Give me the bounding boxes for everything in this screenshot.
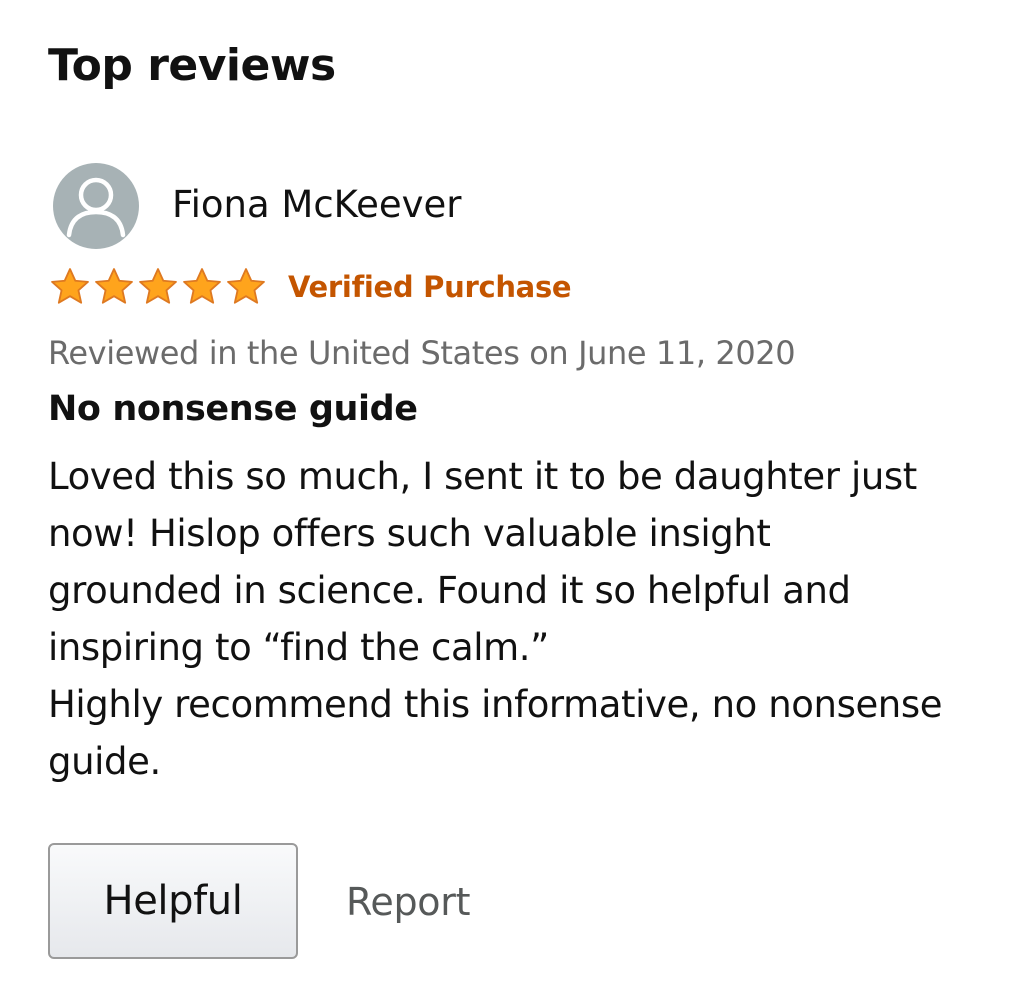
review-date: Reviewed in the United States on June 11… [48,334,796,372]
star-icon [139,268,177,304]
avatar[interactable] [53,163,139,249]
user-silhouette-icon [66,177,126,238]
star-icon [227,268,265,304]
review-body: Loved this so much, I sent it to be daug… [48,448,1014,790]
review-body-line: now! Hislop offers such valuable insight [48,512,771,555]
star-icon [95,268,133,304]
star-icon [51,268,89,304]
star-rating[interactable] [48,265,268,309]
review-body-line: grounded in science. Found it so helpful… [48,569,851,612]
section-title: Top reviews [48,40,336,91]
verified-purchase-badge[interactable]: Verified Purchase [288,264,572,310]
star-icon [183,268,221,304]
review-body-line: Highly recommend this informative, no no… [48,683,943,726]
review-body-line: Loved this so much, I sent it to be daug… [48,455,917,498]
reviewer-name[interactable]: Fiona McKeever [172,180,461,230]
review-body-line: inspiring to “find the calm.” [48,626,549,669]
review-body-line: guide. [48,740,161,783]
report-link[interactable]: Report [346,876,470,928]
rating-row: Verified Purchase [48,264,572,310]
review-title: No nonsense guide [48,389,418,429]
helpful-button[interactable]: Helpful [48,843,298,959]
